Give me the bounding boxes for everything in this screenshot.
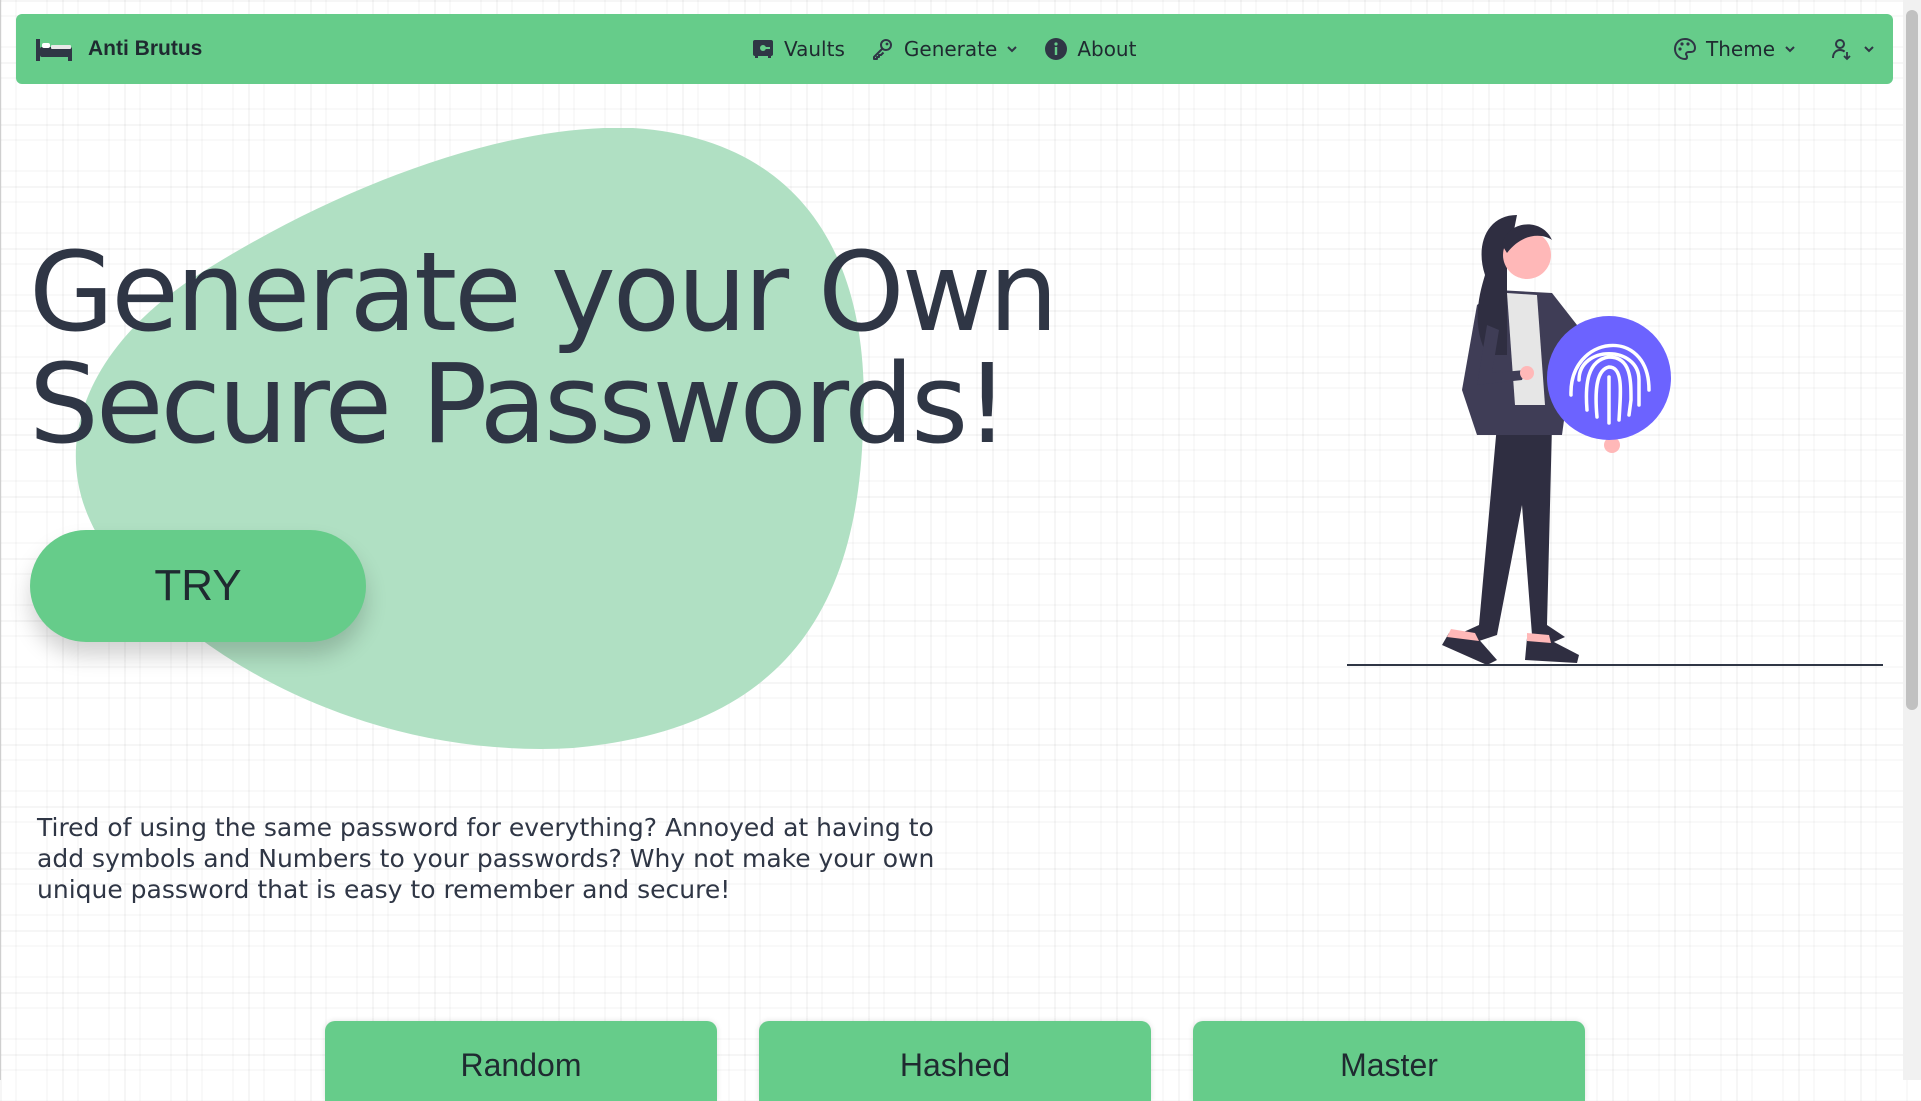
try-button[interactable]: TRY [30, 530, 366, 642]
navbar: Anti Brutus Vaults Generate About Theme [16, 14, 1893, 84]
scrollbar[interactable] [1903, 0, 1921, 1080]
chevron-down-icon [1864, 46, 1874, 53]
chevron-down-icon [1785, 46, 1795, 53]
main-nav: Vaults Generate About [751, 14, 1136, 84]
page: Anti Brutus Vaults Generate About Theme … [0, 0, 1903, 1101]
card-hashed[interactable]: Hashed [759, 1021, 1151, 1101]
scrollbar-thumb[interactable] [1906, 10, 1918, 710]
chevron-down-icon [1007, 46, 1018, 53]
generator-cards: Random Hashed Master [1, 1021, 1903, 1101]
card-random-title: Random [460, 1047, 582, 1083]
brand-link[interactable]: Anti Brutus [34, 35, 202, 63]
hero-title: Generate your Own Secure Passwords! [29, 228, 1058, 468]
user-menu-dropdown[interactable] [1830, 37, 1875, 61]
nav-about-label: About [1077, 37, 1137, 61]
bed-icon [36, 39, 72, 61]
card-random[interactable]: Random [325, 1021, 717, 1101]
user-icon [1832, 39, 1851, 61]
hero-description: Tired of using the same password for eve… [37, 813, 935, 904]
security-illustration [1347, 215, 1883, 666]
nav-vaults-label: Vaults [784, 37, 845, 61]
theme-dropdown[interactable]: Theme [1673, 37, 1796, 61]
nav-generate-dropdown[interactable]: Generate [871, 37, 1018, 61]
nav-about[interactable]: About [1044, 37, 1136, 61]
card-master[interactable]: Master [1193, 1021, 1585, 1101]
card-master-title: Master [1340, 1047, 1438, 1083]
palette-icon [1674, 37, 1697, 61]
nav-right: Theme [1673, 14, 1875, 84]
nav-generate-label: Generate [903, 37, 998, 61]
nav-vaults[interactable]: Vaults [751, 37, 845, 61]
theme-label: Theme [1706, 37, 1775, 61]
card-hashed-title: Hashed [899, 1047, 1011, 1083]
key-icon [872, 39, 892, 60]
vault-icon [753, 40, 773, 58]
brand-name: Anti Brutus [88, 37, 203, 60]
info-icon [1045, 38, 1068, 60]
